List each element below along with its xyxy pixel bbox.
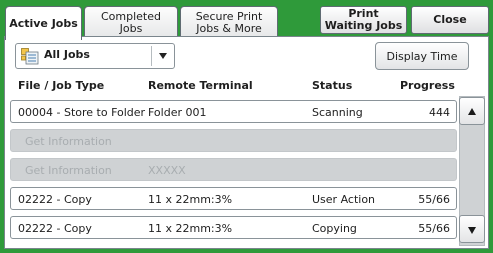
job-type: Get Information [25, 164, 112, 177]
column-header-file-job-type: File / Job Type [18, 79, 105, 92]
scroll-up-button[interactable] [459, 97, 485, 125]
scroll-down-button[interactable] [459, 215, 485, 243]
job-filter-label: All Jobs [44, 48, 90, 61]
remote-terminal: XXXXX [148, 164, 186, 177]
job-progress: 55/66 [418, 193, 450, 206]
job-row[interactable]: 02222 - Copy 11 x 22mm:3% User Action 55… [10, 187, 457, 210]
column-header-remote-terminal: Remote Terminal [148, 79, 253, 92]
dropdown-separator [151, 46, 152, 66]
chevron-down-icon [159, 53, 167, 59]
arrow-up-icon [468, 108, 476, 115]
remote-terminal: 11 x 22mm:3% [148, 222, 233, 235]
close-button[interactable]: Close [411, 6, 489, 34]
job-type: 00004 - Store to Folder [18, 106, 146, 119]
job-progress: 444 [429, 106, 450, 119]
remote-terminal: 11 x 22mm:3% [148, 193, 233, 206]
job-row-disabled: Get Information [10, 129, 457, 152]
job-type: Get Information [25, 135, 112, 148]
display-time-button[interactable]: Display Time [375, 42, 469, 70]
tab-active-jobs[interactable]: Active Jobs [5, 6, 82, 40]
job-row[interactable]: 00004 - Store to Folder Folder 001 Scann… [10, 100, 457, 123]
tab-secure-print-jobs[interactable]: Secure Print Jobs & More [180, 6, 278, 38]
arrow-down-icon [468, 227, 476, 234]
job-status: Scanning [312, 106, 363, 119]
job-type: 02222 - Copy [18, 222, 92, 235]
job-row[interactable]: 02222 - Copy 11 x 22mm:3% Copying 55/66 [10, 216, 457, 239]
job-type: 02222 - Copy [18, 193, 92, 206]
job-status: Copying [312, 222, 357, 235]
job-filter-dropdown[interactable]: All Jobs [15, 43, 175, 69]
job-status: User Action [312, 193, 376, 206]
active-jobs-panel: All Jobs Display Time File / Job Type Re… [4, 36, 489, 249]
remote-terminal: Folder 001 [148, 106, 207, 119]
job-row-disabled: Get Information XXXXX [10, 158, 457, 181]
job-list-icon [21, 48, 39, 65]
column-header-status: Status [312, 79, 353, 92]
job-progress: 55/66 [418, 222, 450, 235]
tab-completed-jobs[interactable]: Completed Jobs [84, 6, 178, 38]
column-header-progress: Progress [400, 79, 455, 92]
print-waiting-jobs-button[interactable]: Print Waiting Jobs [320, 6, 407, 34]
